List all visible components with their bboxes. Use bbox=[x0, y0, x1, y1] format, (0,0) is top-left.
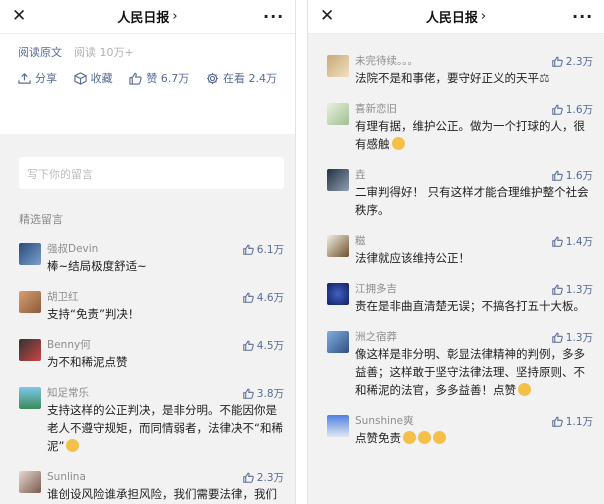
avatar[interactable] bbox=[327, 103, 349, 125]
thumb-up-icon bbox=[552, 104, 563, 115]
avatar[interactable] bbox=[327, 235, 349, 257]
thumbs-up-emoji-icon bbox=[66, 439, 80, 452]
thumb-up-icon bbox=[243, 340, 254, 351]
thumb-up-icon bbox=[552, 416, 563, 427]
comment-like-button[interactable]: 1.4万 bbox=[552, 234, 593, 249]
avatar[interactable] bbox=[19, 243, 41, 265]
close-icon[interactable]: ✕ bbox=[12, 8, 32, 25]
comment-input[interactable]: 写下你的留言 bbox=[19, 157, 284, 189]
close-icon[interactable]: ✕ bbox=[320, 8, 340, 25]
avatar[interactable] bbox=[327, 283, 349, 305]
avatar[interactable] bbox=[19, 387, 41, 409]
comment-item: Sunlina 谁创设风险谁承担风险，我们需要法律，我们更相信法律 2.3万 bbox=[19, 470, 284, 504]
more-icon[interactable]: ··· bbox=[572, 8, 592, 25]
comment-like-button[interactable]: 4.6万 bbox=[243, 290, 284, 305]
thumb-up-icon bbox=[552, 170, 563, 181]
article-footer: 阅读原文 阅读 10万+ 分享 收藏 赞 6.7万 在看 2.4万 bbox=[0, 34, 295, 134]
avatar[interactable] bbox=[19, 471, 41, 493]
avatar[interactable] bbox=[19, 291, 41, 313]
thumb-up-icon bbox=[552, 236, 563, 247]
left-panel: ✕ 人民日报 › ··· 阅读原文 阅读 10万+ 分享 收藏 赞 6.7万 在看 bbox=[0, 0, 296, 504]
panel-divider bbox=[296, 0, 307, 504]
grin-emoji-icon bbox=[391, 137, 405, 150]
thumb-up-icon bbox=[552, 332, 563, 343]
comment-text: 有理有据，维护公正。做为一个打球的人，很有感触 bbox=[355, 119, 585, 151]
comment-text: 点赞免责 bbox=[355, 431, 401, 445]
thumb-up-icon bbox=[243, 292, 254, 303]
featured-comments-title: 精选留言 bbox=[19, 213, 63, 226]
chevron-right-icon: › bbox=[480, 9, 487, 24]
read-original-link[interactable]: 阅读原文 bbox=[18, 44, 62, 60]
comment-item: 强叔Devin 棒~结局极度舒适~ 6.1万 bbox=[19, 242, 284, 275]
avatar[interactable] bbox=[327, 331, 349, 353]
share-icon bbox=[18, 72, 31, 84]
comment-item: 喜新恋旧 有理有据，维护公正。做为一个打球的人，很有感触 1.6万 bbox=[327, 102, 593, 153]
comment-text: 像这样是非分明、彰显法律精神的判例，多多益善；这样敢于坚守法律法理、坚持原则、不… bbox=[355, 347, 585, 397]
right-panel: ✕ 人民日报 › ··· 未完待续。。。 法院不是和事佬，要守好正义的天平⚖ 2.… bbox=[307, 0, 604, 504]
comment-text: 二审判得好！ 只有这样才能合理维护整个社会秩序。 bbox=[355, 185, 589, 217]
comment-item: 垚 二审判得好！ 只有这样才能合理维护整个社会秩序。 1.6万 bbox=[327, 168, 593, 219]
thumb-up-icon bbox=[243, 244, 254, 255]
account-title[interactable]: 人民日报 › bbox=[426, 7, 486, 26]
clap-emoji-icon bbox=[433, 431, 446, 444]
avatar[interactable] bbox=[19, 339, 41, 361]
comment-text: 为不和稀泥点赞 bbox=[47, 355, 128, 369]
comment-item: 糍 法律就应该维持公正！ 1.4万 bbox=[327, 234, 593, 267]
chevron-right-icon: › bbox=[172, 9, 178, 24]
comment-list: 强叔Devin 棒~结局极度舒适~ 6.1万 胡卫红 支持“免责”判决！ 4.6… bbox=[0, 242, 295, 504]
comment-like-button[interactable]: 1.3万 bbox=[552, 282, 593, 297]
avatar[interactable] bbox=[327, 55, 349, 77]
comment-text: 棒~结局极度舒适~ bbox=[47, 259, 147, 273]
wow-button[interactable]: 在看 2.4万 bbox=[206, 70, 277, 86]
comment-like-button[interactable]: 1.6万 bbox=[552, 168, 593, 183]
comment-like-button[interactable]: 1.6万 bbox=[552, 102, 593, 117]
thumb-up-icon bbox=[243, 388, 254, 399]
favorite-button[interactable]: 收藏 bbox=[74, 70, 113, 86]
read-count: 阅读 10万+ bbox=[74, 46, 134, 59]
avatar[interactable] bbox=[327, 169, 349, 191]
like-button[interactable]: 赞 6.7万 bbox=[129, 70, 189, 86]
top-bar: ✕ 人民日报 › ··· bbox=[308, 0, 604, 34]
thumb-up-icon bbox=[552, 284, 563, 295]
comment-like-button[interactable]: 4.5万 bbox=[243, 338, 284, 353]
comment-text: 支持这样的公正判决，是非分明。不能因你是老人不遵守规矩，而同情弱者，法律决不“和… bbox=[47, 403, 283, 453]
comment-text: 法律就应该维持公正！ bbox=[355, 251, 470, 265]
comment-text: 法院不是和事佬，要守好正义的天平 bbox=[355, 71, 539, 85]
comment-like-button[interactable]: 6.1万 bbox=[243, 242, 284, 257]
thumb-up-icon bbox=[552, 56, 563, 67]
gear-icon bbox=[206, 72, 219, 84]
comment-item: Benny何 为不和稀泥点赞 4.5万 bbox=[19, 338, 284, 371]
comment-like-button[interactable]: 3.8万 bbox=[243, 386, 284, 401]
comment-item: 知足常乐 支持这样的公正判决，是非分明。不能因你是老人不遵守规矩，而同情弱者，法… bbox=[19, 386, 284, 455]
comment-like-button[interactable]: 2.3万 bbox=[243, 470, 284, 485]
share-button[interactable]: 分享 bbox=[18, 70, 57, 86]
more-icon[interactable]: ··· bbox=[263, 8, 283, 25]
thumbs-up-emoji-icon bbox=[518, 383, 531, 396]
comment-like-button[interactable]: 2.3万 bbox=[552, 54, 593, 69]
comment-text: 责在是非曲直清楚无误；不搞各打五十大板。 bbox=[355, 299, 585, 313]
comment-item: 胡卫红 支持“免责”判决！ 4.6万 bbox=[19, 290, 284, 323]
comment-like-button[interactable]: 1.3万 bbox=[552, 330, 593, 345]
thumb-up-icon bbox=[129, 72, 143, 85]
scales-emoji-icon: ⚖ bbox=[539, 71, 550, 85]
clap-emoji-icon bbox=[403, 431, 416, 444]
account-title[interactable]: 人民日报 › bbox=[117, 7, 177, 26]
comment-like-button[interactable]: 1.1万 bbox=[552, 414, 593, 429]
comment-item: 江拥多吉 责在是非曲直清楚无误；不搞各打五十大板。 1.3万 bbox=[327, 282, 593, 315]
thumb-up-icon bbox=[243, 472, 254, 483]
cube-icon bbox=[74, 71, 87, 85]
avatar[interactable] bbox=[327, 415, 349, 437]
comment-item: Sunshine爽 点赞免责 1.1万 bbox=[327, 414, 593, 447]
comment-item: 未完待续。。。 法院不是和事佬，要守好正义的天平⚖ 2.3万 bbox=[327, 54, 593, 87]
top-bar: ✕ 人民日报 › ··· bbox=[0, 0, 295, 34]
comment-text: 谁创设风险谁承担风险，我们需要法律，我们更相信法律 bbox=[47, 487, 277, 501]
comment-list: 未完待续。。。 法院不是和事佬，要守好正义的天平⚖ 2.3万 喜新恋旧 有理有据… bbox=[308, 34, 604, 447]
comment-item: 洲之宿莽 像这样是非分明、彰显法律精神的判例，多多益善；这样敢于坚守法律法理、坚… bbox=[327, 330, 593, 399]
clap-emoji-icon bbox=[418, 431, 431, 444]
comment-text: 支持“免责”判决！ bbox=[47, 307, 140, 321]
